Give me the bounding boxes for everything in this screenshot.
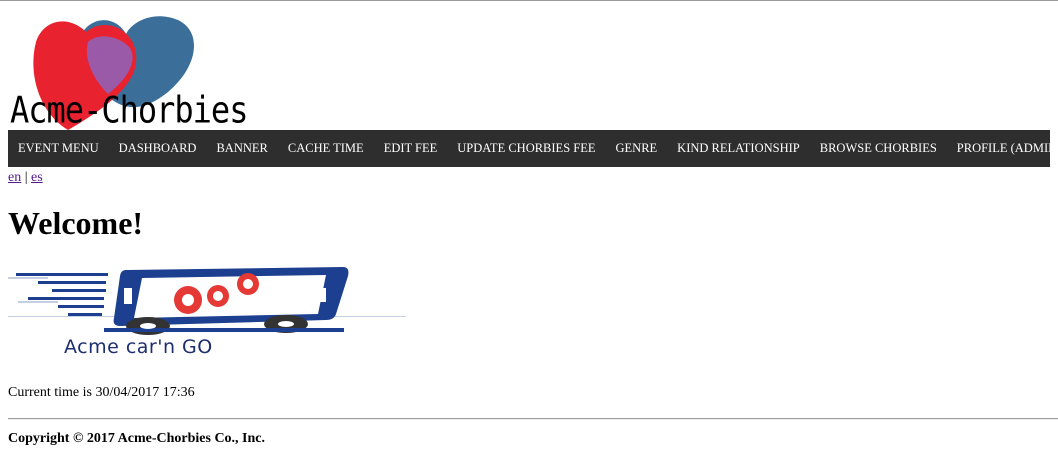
lang-separator: | (24, 170, 28, 185)
nav-event-menu[interactable]: EVENT MENU (8, 141, 109, 156)
top-divider (0, 0, 1058, 1)
nav-banner[interactable]: BANNER (206, 141, 277, 156)
nav-dashboard[interactable]: DASHBOARD (109, 141, 207, 156)
footer-copyright: Copyright © 2017 Acme-Chorbies Co., Inc. (8, 431, 266, 446)
logo-wordmark: Acme-Chorbies (10, 88, 248, 132)
page-title: Welcome! (8, 205, 144, 241)
nav-profile-admin[interactable]: PROFILE (ADMIN) (947, 141, 1058, 156)
nav-browse-chorbies[interactable]: BROWSE CHORBIES (810, 141, 947, 156)
language-selector: en | es (8, 170, 43, 186)
nav-genre[interactable]: GENRE (606, 141, 668, 156)
footer-divider (8, 418, 1058, 420)
lang-en-link[interactable]: en (8, 170, 21, 185)
banner-caption: Acme car'n GO (64, 336, 213, 358)
nav-update-chorbies-fee[interactable]: UPDATE CHORBIES FEE (447, 141, 605, 156)
main-navbar: EVENT MENU DASHBOARD BANNER CACHE TIME E… (8, 130, 1058, 167)
current-time-text: Current time is 30/04/2017 17:36 (8, 385, 195, 400)
lang-es-link[interactable]: es (31, 170, 43, 185)
nav-edit-fee[interactable]: EDIT FEE (374, 141, 448, 156)
nav-cache-time[interactable]: CACHE TIME (278, 141, 374, 156)
nav-kind-relationship[interactable]: KIND RELATIONSHIP (667, 141, 810, 156)
